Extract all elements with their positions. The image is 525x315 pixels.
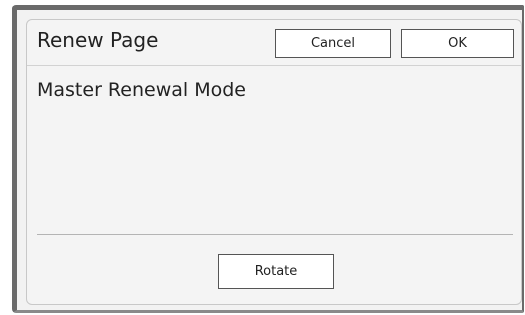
ok-button[interactable]: OK (401, 29, 514, 58)
dialog-title: Renew Page (37, 28, 159, 52)
screen-frame: Renew Page Cancel OK Master Renewal Mode… (12, 5, 524, 313)
renew-page-dialog: Renew Page Cancel OK Master Renewal Mode… (26, 19, 522, 305)
mode-label: Master Renewal Mode (37, 79, 246, 101)
cancel-button[interactable]: Cancel (275, 29, 391, 58)
rotate-button[interactable]: Rotate (218, 254, 334, 289)
dialog-title-bar: Renew Page Cancel OK (27, 20, 521, 66)
divider (37, 234, 513, 235)
